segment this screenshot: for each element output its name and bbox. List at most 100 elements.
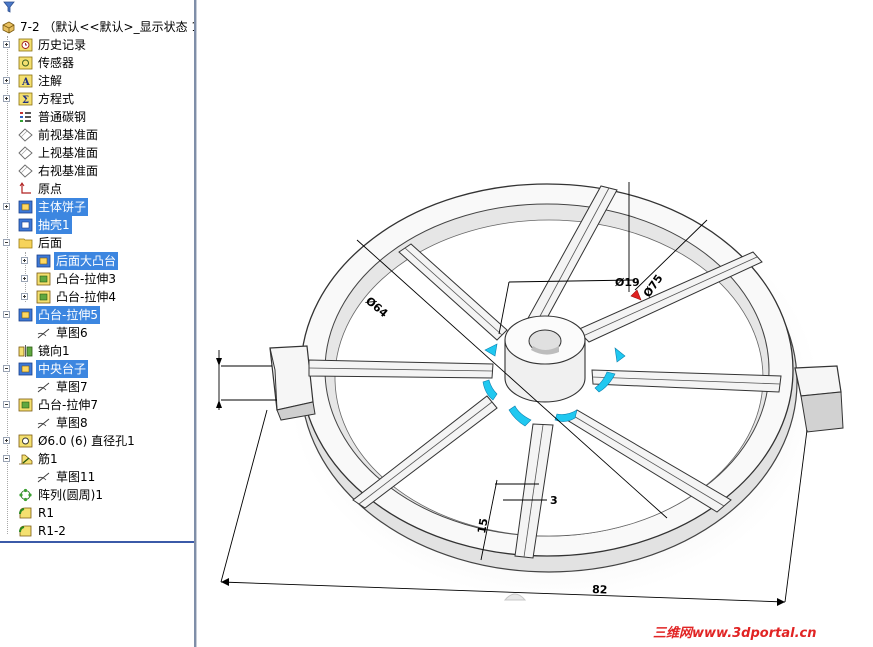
- collapse-icon[interactable]: [3, 311, 10, 318]
- collapse-icon[interactable]: [3, 239, 10, 246]
- tree-item-equations[interactable]: Σ 方程式: [0, 90, 194, 108]
- right-tab[interactable]: [794, 365, 842, 397]
- sensor-icon: [18, 56, 33, 70]
- tree-item-boss-extrude4[interactable]: 凸台-拉伸4: [0, 288, 194, 306]
- tree-item-label: 后面大凸台: [54, 252, 119, 270]
- equation-icon: Σ: [18, 92, 33, 106]
- tree-item-label: 草图11: [56, 470, 96, 484]
- tree-item-front-plane[interactable]: 前视基准面: [0, 126, 194, 144]
- tree-root-label: 7-2 （默认<<默认>_显示状态 1>: [20, 20, 194, 34]
- tree-item-label: Ø6.0 (6) 直径孔1: [38, 434, 135, 448]
- tree-item-label: R1: [38, 506, 54, 520]
- dim-82[interactable]: 82: [592, 583, 608, 597]
- right-tab-side: [800, 391, 844, 433]
- plane-icon: [18, 146, 33, 160]
- dim-3[interactable]: 3: [550, 494, 558, 507]
- tree-root[interactable]: 7-2 （默认<<默认>_显示状态 1>: [0, 18, 194, 36]
- tree-item-label: 方程式: [38, 92, 75, 106]
- tree-item-sensors[interactable]: 传感器: [0, 54, 194, 72]
- tree-item-history[interactable]: 历史记录: [0, 36, 194, 54]
- tree-item-boss-extrude5[interactable]: 凸台-拉伸5: [0, 306, 194, 324]
- dim-d19[interactable]: Ø19: [615, 276, 640, 289]
- cad-model-view[interactable]: Ø64 Ø19 Ø75 3 15 82: [197, 0, 873, 647]
- tree-item-sketch6[interactable]: 草图6: [0, 324, 194, 342]
- tree-item-right-plane[interactable]: 右视基准面: [0, 162, 194, 180]
- collapse-icon[interactable]: [3, 365, 10, 372]
- tree-item-rib1[interactable]: 筋1: [0, 450, 194, 468]
- origin-icon: [19, 182, 31, 194]
- sketch-icon: [37, 328, 50, 339]
- rollback-bar[interactable]: [0, 541, 194, 543]
- tree-item-sketch8[interactable]: 草图8: [0, 414, 194, 432]
- expand-icon[interactable]: [21, 275, 28, 282]
- tree-item-back-boss[interactable]: 后面大凸台: [0, 252, 194, 270]
- expand-icon[interactable]: [3, 77, 10, 84]
- tree-item-annotations[interactable]: A 注解: [0, 72, 194, 90]
- tree-item-circular-pattern1[interactable]: 阵列(圆周)1: [0, 486, 194, 504]
- boss-extrude-icon: [36, 290, 51, 304]
- boss-extrude-icon: [18, 398, 33, 412]
- tree-item-label: 凸台-拉伸4: [56, 290, 116, 304]
- plane-icon: [18, 128, 33, 142]
- tree-item-mirror1[interactable]: 镜向1: [0, 342, 194, 360]
- tree-item-folder-back[interactable]: 后面: [0, 234, 194, 252]
- tree-item-material[interactable]: 普通碳钢: [0, 108, 194, 126]
- tree-item-label: 历史记录: [38, 38, 87, 52]
- part-icon: [2, 21, 15, 34]
- sketch-icon: [37, 382, 50, 393]
- tree-item-sketch7[interactable]: 草图7: [0, 378, 194, 396]
- tree-item-sketch11[interactable]: 草图11: [0, 468, 194, 486]
- tree-item-origin[interactable]: 原点: [0, 180, 194, 198]
- watermark: 三维网www.3dportal.cn: [653, 626, 817, 641]
- boss-extrude-icon: [18, 200, 33, 214]
- shell-icon: [18, 218, 33, 232]
- sketch-icon: [37, 472, 50, 483]
- tree-item-r1-2[interactable]: R1-2: [0, 522, 194, 540]
- tree-item-label: 阵列(圆周)1: [38, 488, 103, 502]
- tree-item-label: 中央台子: [36, 360, 89, 378]
- annotation-icon: A: [18, 74, 33, 88]
- tree-item-hole1[interactable]: Ø6.0 (6) 直径孔1: [0, 432, 194, 450]
- plane-icon: [18, 164, 33, 178]
- tree-item-label: 抽壳1: [36, 216, 72, 234]
- expand-icon[interactable]: [3, 203, 10, 210]
- tree-item-r1[interactable]: R1: [0, 504, 194, 522]
- expand-icon[interactable]: [21, 257, 28, 264]
- tree-item-label: 前视基准面: [38, 128, 99, 142]
- filter-icon[interactable]: [3, 1, 15, 13]
- expand-icon[interactable]: [21, 293, 28, 300]
- circular-pattern-icon: [19, 488, 32, 502]
- dim-15[interactable]: 15: [475, 517, 490, 534]
- tree-item-label: 上视基准面: [38, 146, 99, 160]
- boss-extrude-icon: [36, 272, 51, 286]
- expand-icon[interactable]: [3, 41, 10, 48]
- collapse-icon[interactable]: [3, 455, 10, 462]
- tree-item-label: 主体饼子: [36, 198, 89, 216]
- tree-item-label: 凸台-拉伸3: [56, 272, 116, 286]
- tree-item-shell[interactable]: 抽壳1: [0, 216, 194, 234]
- tree-item-boss-extrude3[interactable]: 凸台-拉伸3: [0, 270, 194, 288]
- tree-item-label: 注解: [38, 74, 63, 88]
- boss-extrude-icon: [18, 308, 33, 322]
- boss-extrude-icon: [18, 362, 33, 376]
- tree-item-label: 草图8: [56, 416, 88, 430]
- collapse-icon[interactable]: [3, 401, 10, 408]
- graphics-viewport[interactable]: Ø64 Ø19 Ø75 3 15 82: [197, 0, 873, 647]
- expand-icon[interactable]: [3, 437, 10, 444]
- fillet-icon: [19, 507, 32, 519]
- tree-item-boss-extrude7[interactable]: 凸台-拉伸7: [0, 396, 194, 414]
- tree-item-label: 右视基准面: [38, 164, 99, 178]
- hole-icon: [18, 434, 33, 448]
- tree-item-main-body[interactable]: 主体饼子: [0, 198, 194, 216]
- sketch-icon: [37, 418, 50, 429]
- boss-extrude-icon: [36, 254, 51, 268]
- mirror-icon: [18, 345, 33, 357]
- tree-item-label: 草图7: [56, 380, 88, 394]
- tree-item-top-plane[interactable]: 上视基准面: [0, 144, 194, 162]
- tree-item-label: 原点: [38, 182, 63, 196]
- fillet-icon: [19, 525, 32, 537]
- expand-icon[interactable]: [3, 95, 10, 102]
- history-icon: [18, 38, 33, 52]
- tree-item-label: R1-2: [38, 524, 66, 538]
- tree-item-center-boss[interactable]: 中央台子: [0, 360, 194, 378]
